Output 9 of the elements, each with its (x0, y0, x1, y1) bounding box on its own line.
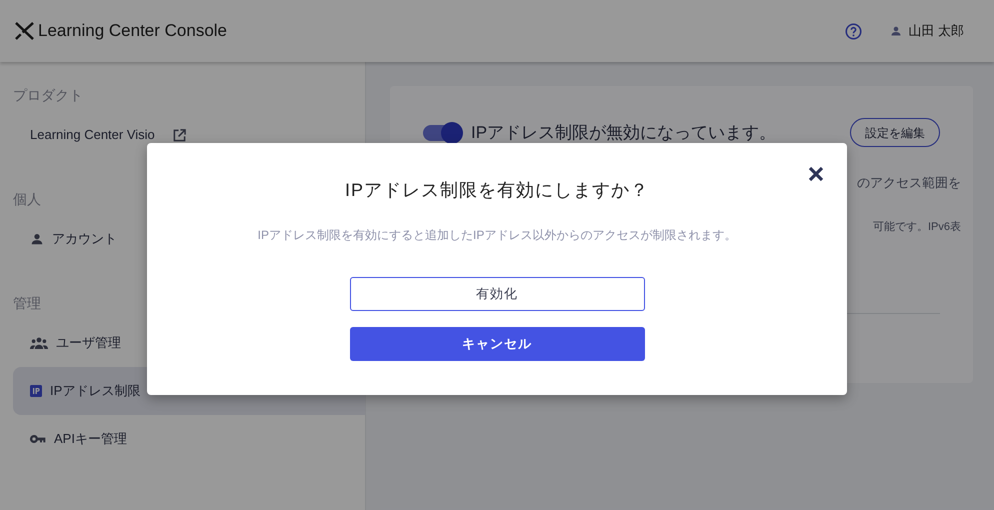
section-heading: プロダクト (13, 86, 83, 104)
description-text: 可能です。IPv6表 (872, 220, 961, 234)
app-title: Learning Center Console (38, 20, 228, 42)
section-heading: 管理 (13, 294, 41, 312)
section-heading: 個人 (13, 190, 41, 208)
description-text: のアクセス範囲を (857, 174, 961, 192)
dialog-message: IPアドレス制限を有効にすると追加したIPアドレス以外からのアクセスが制限されます。 (258, 227, 736, 244)
dialog-title: IPアドレス制限を有効にしますか？ (344, 179, 649, 202)
status-text: IPアドレス制限が無効になっています。 (471, 122, 776, 144)
